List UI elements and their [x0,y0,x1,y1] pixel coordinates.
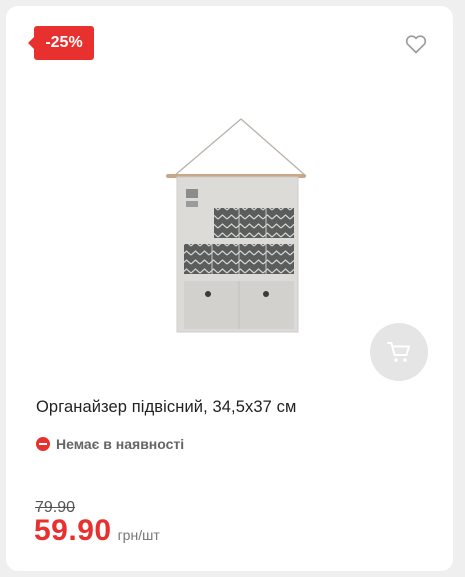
minus-circle-icon [36,437,50,451]
product-card[interactable]: -25% Органайзер підвісний, 34,5x37 см Не… [6,6,453,571]
discount-badge: -25% [28,26,94,60]
availability-label: Немає в наявності [56,436,185,452]
heart-icon [405,35,427,54]
current-price: 59.90 [34,514,112,547]
product-title[interactable]: Органайзер підвісний, 34,5x37 см [36,398,296,417]
favorite-button[interactable] [404,32,428,56]
availability-status: Немає в наявності [36,436,184,452]
product-image[interactable] [146,114,336,344]
add-to-cart-button[interactable] [370,323,428,381]
price-unit: грн/шт [117,527,160,543]
price-block: 59.90 грн/шт [34,514,160,548]
cart-icon [387,342,410,362]
